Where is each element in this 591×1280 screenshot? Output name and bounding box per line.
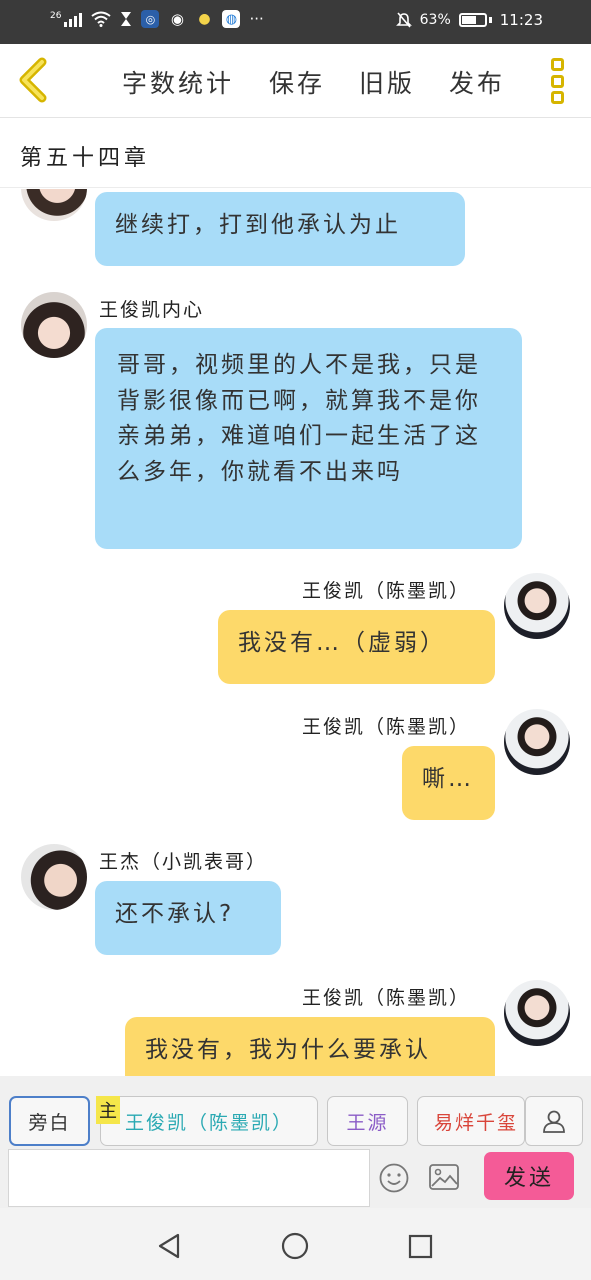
avatar[interactable] [21, 844, 87, 910]
send-label: 发送 [503, 1166, 554, 1191]
main-role-badge: 主 [96, 1096, 120, 1124]
message-bubble[interactable]: 我没有，我为什么要承认 [125, 1017, 495, 1076]
role-selector: 旁白 王俊凯（陈墨凯） 王源 易烊千玺 [0, 1076, 591, 1146]
save-button[interactable]: 保存 [269, 64, 325, 100]
message-bubble[interactable]: 继续打，打到他承认为止 [95, 192, 465, 266]
message-bubble[interactable]: 嘶… [402, 746, 495, 820]
role-wang-yuan[interactable]: 王源 [327, 1096, 408, 1146]
nav-recents-icon[interactable] [408, 1234, 433, 1259]
image-icon[interactable] [428, 1163, 460, 1191]
role-label: 王源 [346, 1111, 389, 1134]
network-label: 26 [50, 11, 62, 21]
old-version-button[interactable]: 旧版 [359, 64, 415, 100]
more-icon[interactable] [551, 58, 565, 104]
word-count-button[interactable]: 字数统计 [122, 64, 234, 100]
avatar[interactable] [504, 980, 570, 1046]
message-bubble[interactable]: 哥哥，视频里的人不是我，只是背影很像而已啊，就算我不是你亲弟弟，难道咱们一起生活… [95, 328, 522, 549]
back-icon [19, 57, 47, 103]
chapter-title: 第五十四章 [20, 146, 151, 171]
chat-area[interactable]: 继续打，打到他承认为止 王俊凯内心 哥哥，视频里的人不是我，只是背影很像而已啊，… [0, 189, 591, 1076]
role-label: 王俊凯（陈墨凯） [124, 1111, 293, 1134]
compose-bar: 发送 [0, 1146, 591, 1208]
sender-name: 王俊凯（陈墨凯） [302, 987, 471, 1009]
avatar[interactable] [21, 189, 87, 221]
mute-icon [395, 12, 412, 28]
nav-back-icon[interactable] [156, 1232, 182, 1260]
emoji-icon[interactable] [378, 1162, 410, 1194]
battery-icon [458, 13, 487, 27]
signal-icon: 26 [50, 11, 83, 27]
publish-button[interactable]: 发布 [449, 64, 505, 100]
role-wang-junkai[interactable]: 王俊凯（陈墨凯） [100, 1096, 318, 1146]
system-nav-bar [0, 1208, 591, 1280]
role-label: 旁白 [28, 1111, 71, 1134]
message-text: 继续打，打到他承认为止 [115, 212, 401, 238]
bulb-icon: ● [198, 11, 211, 27]
role-label: 易烊千玺 [434, 1111, 519, 1134]
person-icon [543, 1110, 565, 1133]
send-button[interactable]: 发送 [484, 1152, 574, 1200]
message-text: 还不承认? [115, 901, 235, 927]
message-bubble[interactable]: 还不承认? [95, 881, 281, 955]
browser-icon: ◍ [222, 10, 241, 28]
clock: 11:23 [499, 11, 543, 29]
message-bubble[interactable]: 我没有…（虚弱） [218, 610, 495, 684]
chapter-header[interactable]: 第五十四章 [0, 118, 591, 188]
role-yi-yangqianxi[interactable]: 易烊千玺 [417, 1096, 525, 1146]
role-picker-button[interactable] [525, 1096, 583, 1146]
avatar[interactable] [504, 573, 570, 639]
app-notification-icon: ◎ [141, 10, 160, 28]
battery-percent: 63% [419, 12, 451, 28]
more-notifications-icon: ··· [249, 10, 264, 28]
hourglass-icon [121, 12, 132, 26]
editor-toolbar: 字数统计 保存 旧版 发布 [0, 44, 591, 118]
message-input[interactable] [8, 1149, 370, 1207]
sender-name: 王俊凯内心 [99, 299, 205, 321]
role-narration[interactable]: 旁白 [9, 1096, 90, 1146]
message-text: 哥哥，视频里的人不是我，只是背影很像而已啊，就算我不是你亲弟弟，难道咱们一起生活… [117, 352, 481, 485]
avatar[interactable] [21, 292, 87, 358]
message-text: 我没有，我为什么要承认 [145, 1037, 431, 1063]
status-bar: 26 ◎ ◉ ● ◍ ··· 63% 11:23 [0, 0, 591, 44]
message-text: 嘶… [422, 766, 474, 792]
sender-name: 王俊凯（陈墨凯） [302, 580, 471, 602]
sender-name: 王俊凯（陈墨凯） [302, 716, 471, 738]
wifi-icon [91, 11, 112, 27]
wechat-icon: ◉ [170, 10, 184, 28]
nav-home-icon[interactable] [281, 1232, 309, 1260]
back-button[interactable] [14, 56, 54, 104]
avatar[interactable] [504, 709, 570, 775]
sender-name: 王杰（小凯表哥） [99, 851, 268, 873]
message-text: 我没有…（虚弱） [238, 630, 446, 656]
